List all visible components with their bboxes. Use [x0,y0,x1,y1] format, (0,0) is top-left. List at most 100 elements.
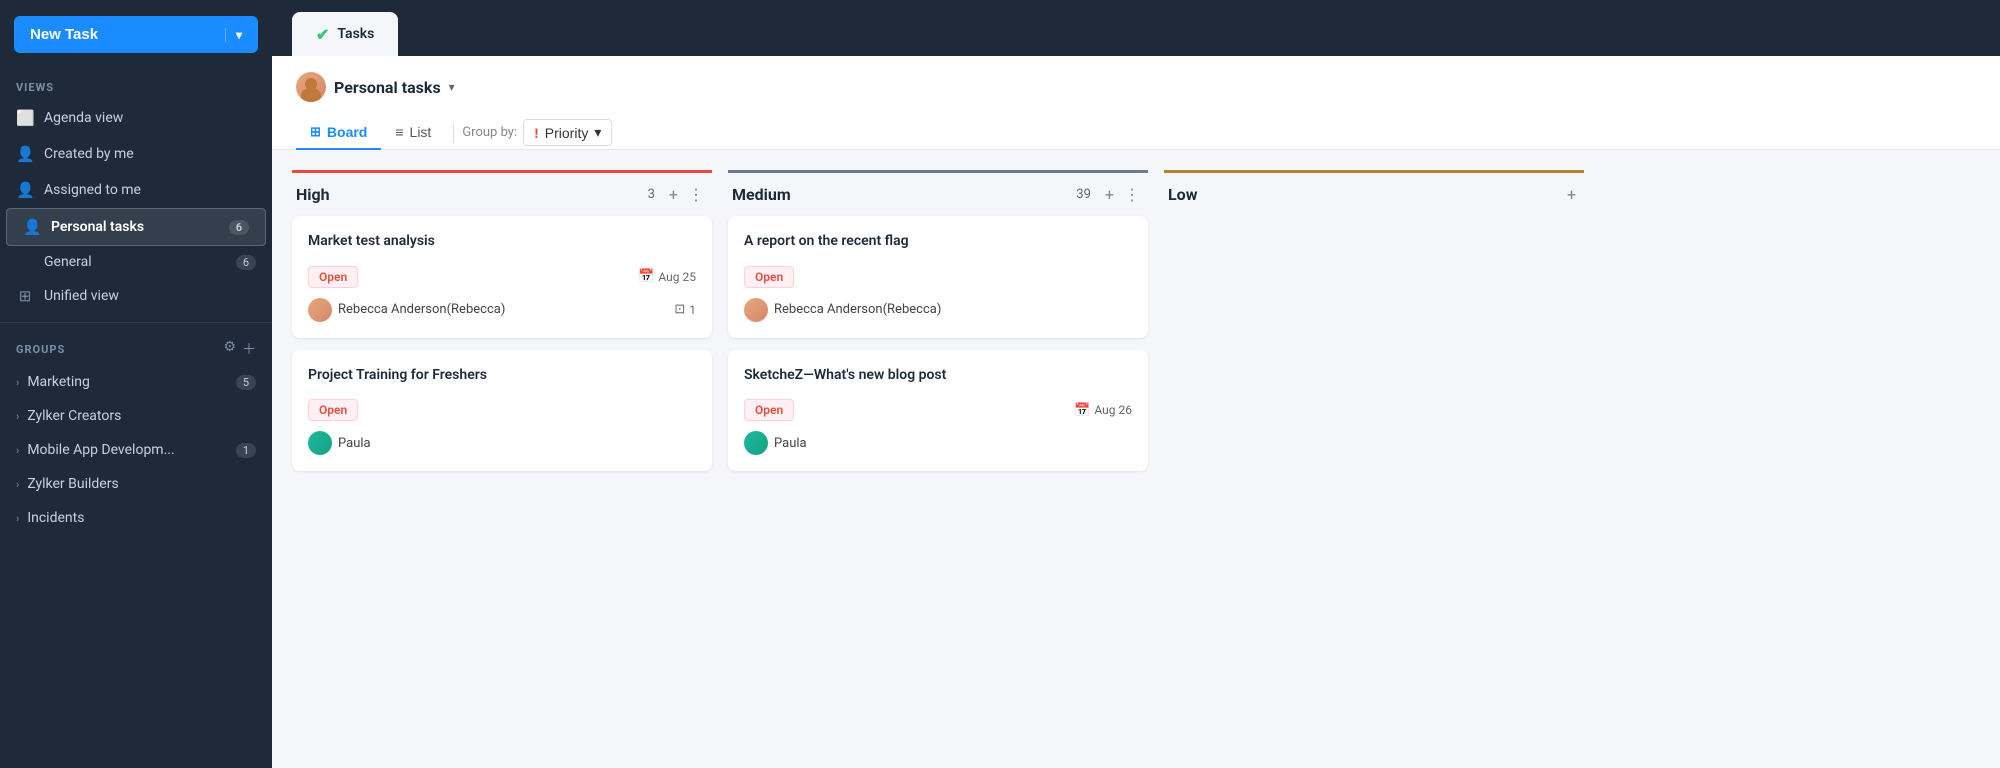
card-recent-flag[interactable]: A report on the recent flag Open Rebecca… [728,216,1148,338]
chevron-down-icon: ▾ [225,28,242,42]
date-value: Aug 25 [658,270,696,284]
sidebar-divider [0,322,272,323]
chevron-right-icon: › [16,478,19,491]
calendar-icon: ⬜ [16,109,34,127]
marketing-badge: 5 [236,375,256,390]
column-header-high: High 3 + ⋮ [292,170,712,216]
avatar [296,72,326,102]
general-badge: 6 [236,255,256,270]
card-status-row: Open 📅 Aug 25 [308,266,696,288]
add-card-icon-high[interactable]: + [665,183,682,206]
sidebar-item-assigned[interactable]: 👤 Assigned to me [0,172,272,208]
groups-actions: ⚙ ＋ [223,339,256,359]
list-icon: ≡ [395,124,403,140]
card-market-test[interactable]: Market test analysis Open 📅 Aug 25 R [292,216,712,338]
sidebar: New Task ▾ VIEWS ⬜ Agenda view 👤 Created… [0,0,272,768]
app-header: ✔ Tasks [272,0,2000,56]
chevron-right-icon: › [16,410,19,423]
date-info: 📅 Aug 25 [638,269,696,284]
priority-label: Priority [545,125,589,141]
sidebar-item-label: Created by me [44,146,134,162]
groups-header: GROUPS ⚙ ＋ [0,331,272,365]
group-by-button[interactable]: ! Priority ▾ [523,119,612,146]
assignee-name: Paula [774,436,807,451]
assignee: Rebecca Anderson(Rebecca) [744,298,941,322]
chevron-right-icon: › [16,376,19,389]
group-item-zylker-builders[interactable]: › Zylker Builders [0,467,272,501]
add-group-icon[interactable]: ＋ [242,339,256,359]
group-item-label: Zylker Creators [27,408,121,424]
more-options-icon-medium[interactable]: ⋮ [1120,183,1144,206]
group-item-label: Incidents [27,510,84,526]
date-value: Aug 26 [1094,403,1132,417]
high-count: 3 [648,187,655,202]
check-icon: ✔ [316,25,329,44]
group-item-label: Mobile App Developm... [27,442,174,458]
user-icon: 👤 [16,145,34,163]
person-icon: 👤 [23,218,41,236]
group-item-marketing[interactable]: › Marketing 5 [0,365,272,399]
new-task-button[interactable]: New Task ▾ [14,16,258,53]
group-item-zylker-creators[interactable]: › Zylker Creators [0,399,272,433]
group-item-label: Zylker Builders [27,476,118,492]
assignee-avatar-teal [744,431,768,455]
add-card-icon-medium[interactable]: + [1101,183,1118,206]
tab-label: Tasks [337,26,374,42]
subtask-icon: ⊡ [674,302,685,317]
settings-icon[interactable]: ⚙ [223,339,236,359]
column-low: Low + [1164,170,1584,748]
grid-icon: ⊞ [16,287,34,305]
card-sketchez[interactable]: SketcheZ—What's new blog post Open 📅 Aug… [728,350,1148,472]
group-item-incidents[interactable]: › Incidents [0,501,272,535]
high-cards: Market test analysis Open 📅 Aug 25 R [292,216,712,471]
sidebar-item-label: Assigned to me [44,182,141,198]
column-high: High 3 + ⋮ Market test analysis Open 📅 A… [292,170,712,748]
content-area: Personal tasks ▾ ⊞ Board ≡ List Group by… [272,56,2000,768]
tasks-tab[interactable]: ✔ Tasks [292,12,398,56]
main-content: ✔ Tasks Personal tasks ▾ ⊞ Board ≡ List [272,0,2000,768]
chevron-right-icon: › [16,512,19,525]
assignee: Paula [744,431,807,455]
group-item-label: Marketing [27,374,90,390]
card-title: SketcheZ—What's new blog post [744,366,1132,386]
card-footer: Rebecca Anderson(Rebecca) ⊡ 1 [308,298,696,322]
group-item-mobile-app[interactable]: › Mobile App Developm... 1 [0,433,272,467]
assignee-avatar [308,298,332,322]
sidebar-item-label: Personal tasks [51,219,144,235]
sidebar-item-personal-tasks[interactable]: 👤 Personal tasks 6 [6,208,266,246]
add-card-icon-low[interactable]: + [1563,183,1580,206]
column-title-high: High [296,185,648,204]
chevron-down-icon[interactable]: ▾ [449,80,455,94]
toolbar: ⊞ Board ≡ List Group by: ! Priority ▾ [296,116,1976,149]
column-title-medium: Medium [732,185,1076,204]
assignee: Rebecca Anderson(Rebecca) [308,298,505,322]
assignee-avatar [744,298,768,322]
card-project-training[interactable]: Project Training for Freshers Open Paula [292,350,712,472]
sidebar-item-label: Unified view [44,288,119,304]
personal-tasks-badge: 6 [229,220,249,235]
group-by-label: Group by: [462,125,517,140]
card-status-row: Open [308,399,696,421]
sidebar-item-general[interactable]: General 6 [0,246,272,278]
calendar-icon: 📅 [638,269,654,284]
column-title-low: Low [1168,185,1364,204]
subtask-count: 1 [689,303,696,317]
chevron-down-icon: ▾ [594,124,601,141]
subtask-info: ⊡ 1 [674,302,696,317]
status-badge: Open [308,399,358,421]
sidebar-item-unified[interactable]: ⊞ Unified view [0,278,272,314]
list-tab-button[interactable]: ≡ List [381,116,445,150]
date-info: 📅 Aug 26 [1074,403,1132,418]
sidebar-item-created[interactable]: 👤 Created by me [0,136,272,172]
sidebar-item-agenda[interactable]: ⬜ Agenda view [0,100,272,136]
content-header: Personal tasks ▾ ⊞ Board ≡ List Group by… [272,56,2000,150]
card-status-row: Open 📅 Aug 26 [744,399,1132,421]
card-title: Project Training for Freshers [308,366,696,386]
more-options-icon-high[interactable]: ⋮ [684,183,708,206]
list-label: List [410,124,432,140]
card-footer: Paula [308,431,696,455]
board-label: Board [327,124,367,140]
views-section-label: VIEWS [0,73,272,100]
card-title: Market test analysis [308,232,696,252]
board-tab-button[interactable]: ⊞ Board [296,116,381,150]
